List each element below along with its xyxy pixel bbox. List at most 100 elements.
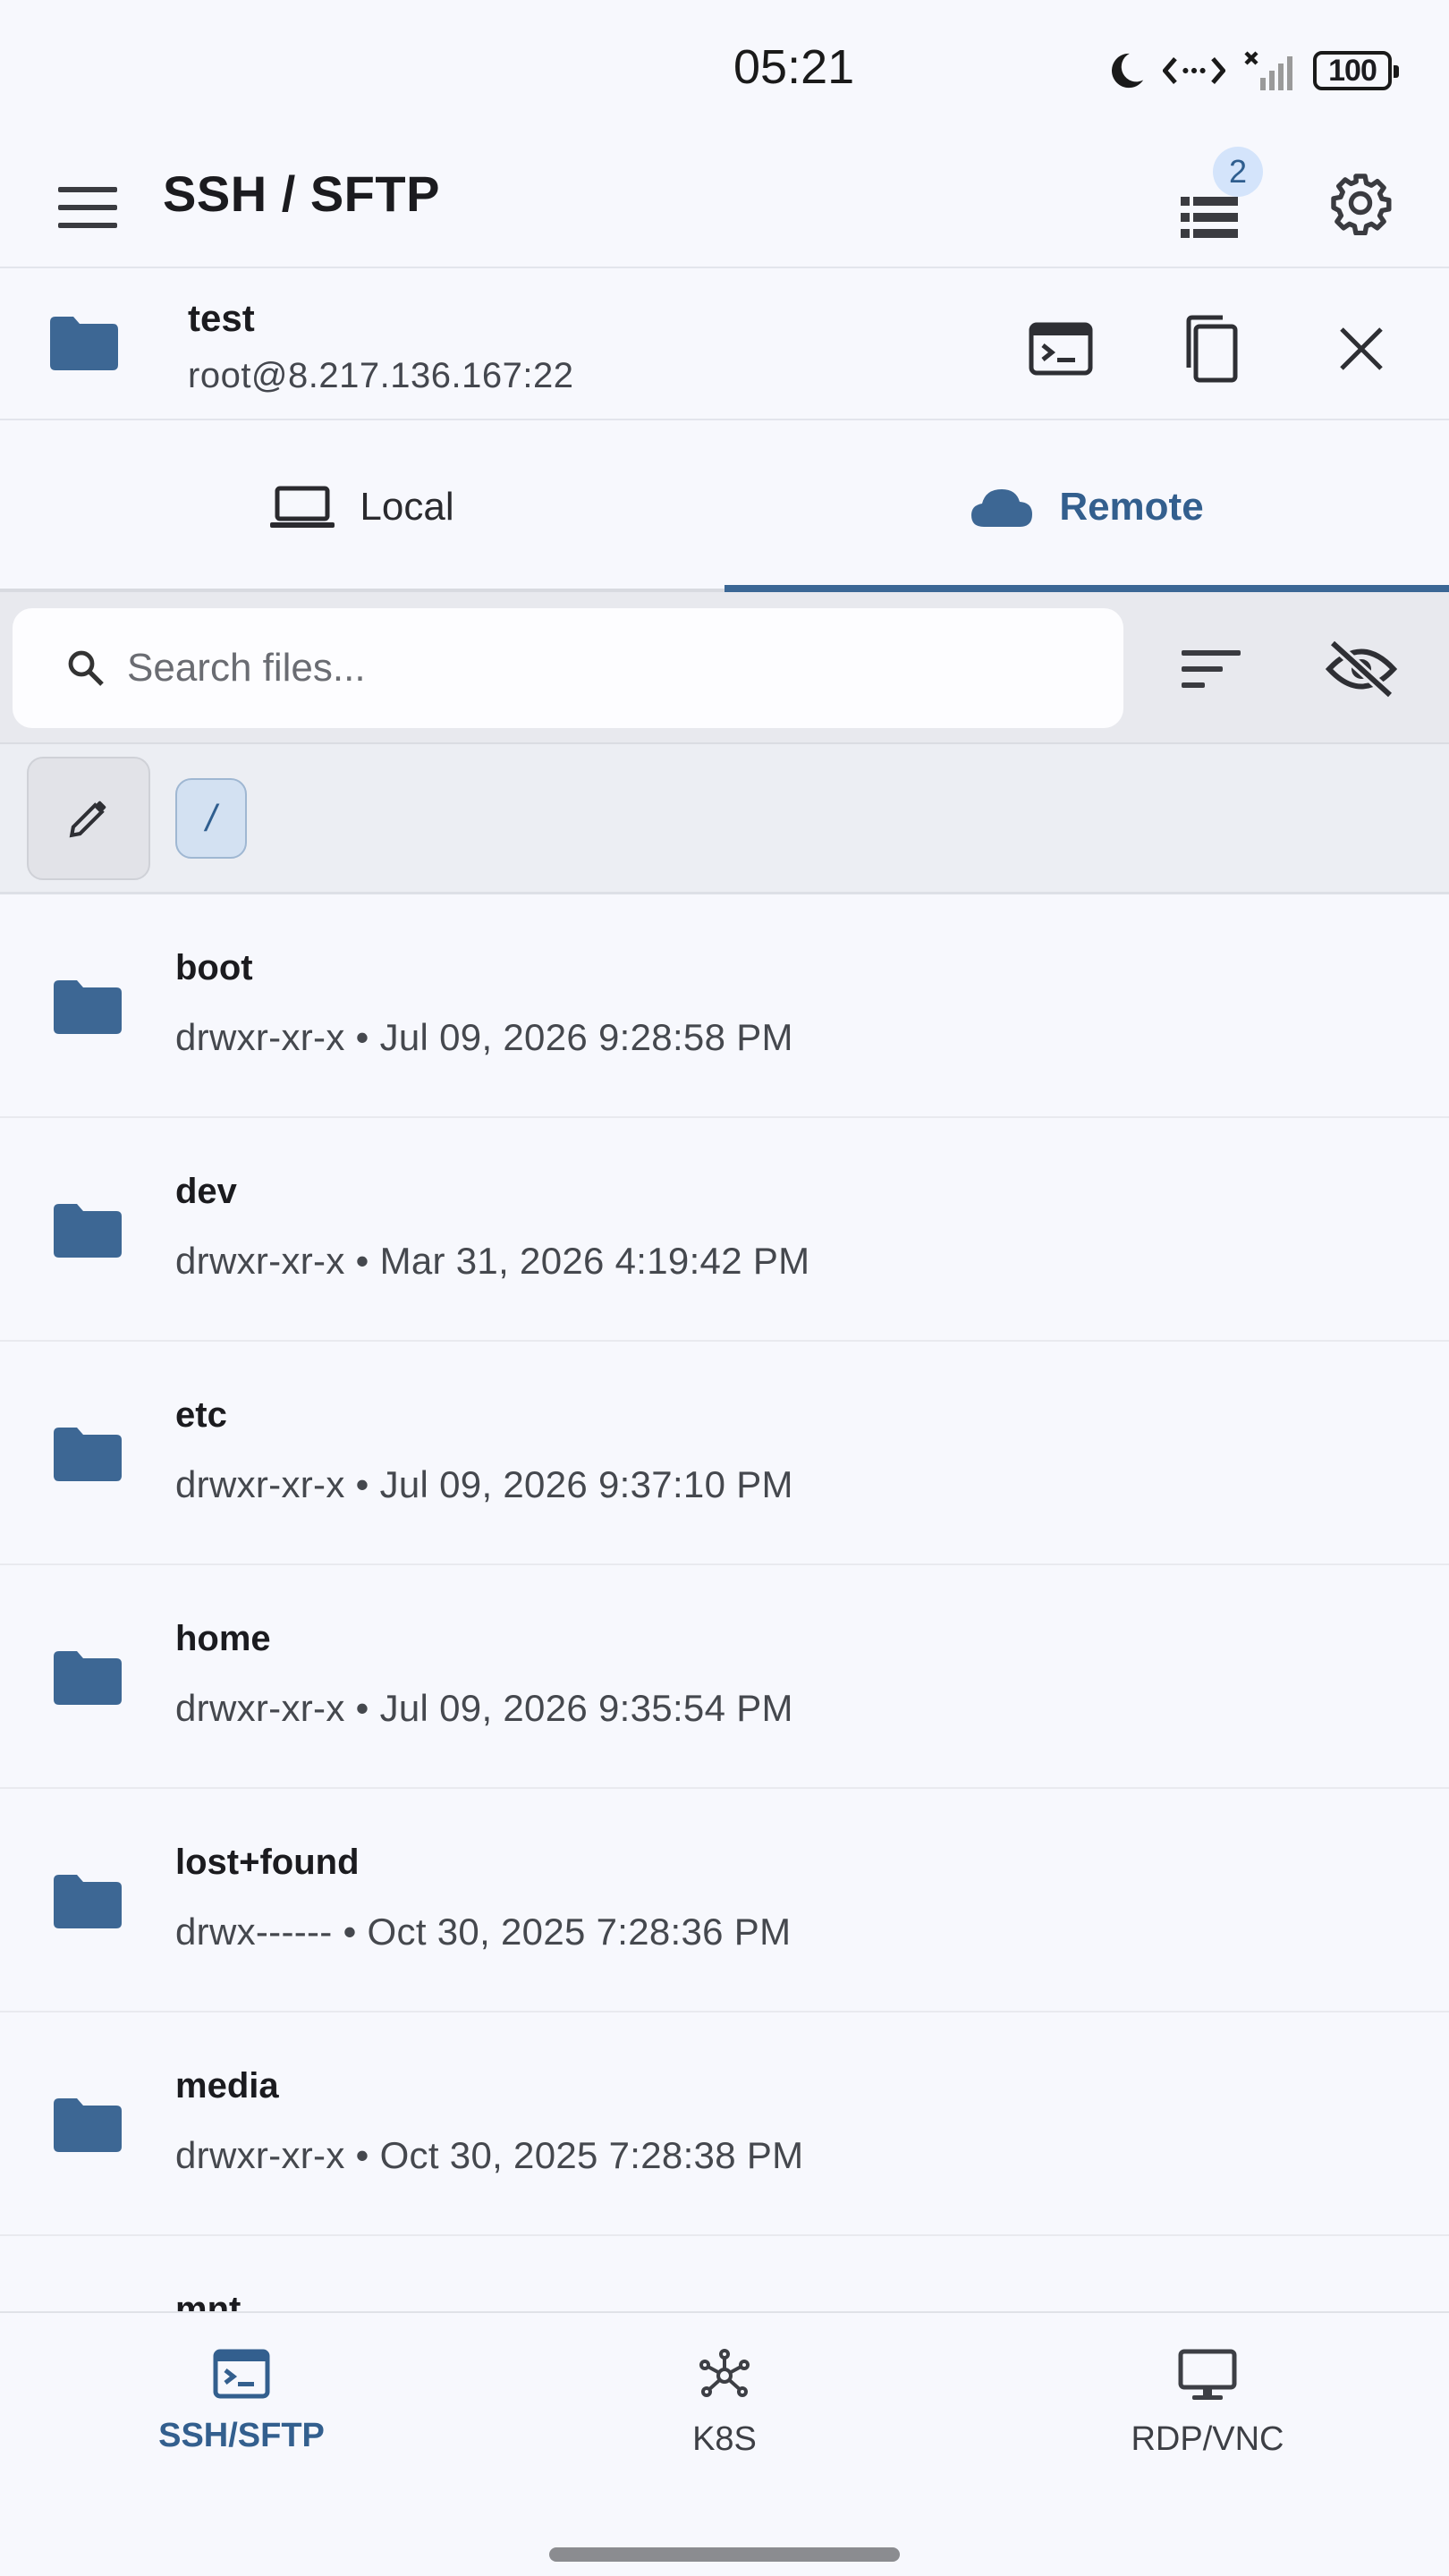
edit-path-button[interactable] [27, 757, 150, 880]
status-icons: 100 [1106, 47, 1399, 95]
file-meta: drwxr-xr-x • Jul 09, 2026 9:35:54 PM [175, 1687, 793, 1730]
file-meta: drwx------ • Oct 30, 2025 7:28:36 PM [175, 1911, 791, 1953]
file-name: lost+found [175, 1843, 360, 1882]
file-meta: drwxr-xr-x • Mar 31, 2026 4:19:42 PM [175, 1240, 809, 1283]
file-date: Oct 30, 2025 7:28:36 PM [367, 1911, 792, 1953]
close-session-button[interactable] [1318, 306, 1404, 392]
file-permissions: drwx------ [175, 1911, 333, 1953]
search-input[interactable] [127, 646, 1066, 691]
folder-icon [54, 1204, 122, 1258]
copy-icon [1186, 315, 1238, 383]
nav-item-k8s[interactable]: K8S [590, 2349, 859, 2492]
open-terminal-button[interactable] [1018, 306, 1104, 392]
status-bar: 05:21 100 [0, 0, 1449, 134]
file-meta: drwxr-xr-x • Jul 09, 2026 9:37:10 PM [175, 1463, 793, 1506]
file-date: Oct 30, 2025 7:28:38 PM [379, 2134, 804, 2176]
folder-icon [54, 2098, 122, 2152]
monitor-icon [1178, 2349, 1237, 2400]
meta-separator: • [344, 1240, 380, 1282]
active-tab-indicator [724, 585, 1449, 592]
folder-icon [54, 980, 122, 1034]
file-meta: drwxr-xr-x • Oct 30, 2025 7:28:38 PM [175, 2134, 803, 2177]
page-title: SSH / SFTP [163, 165, 440, 222]
battery-level: 100 [1328, 53, 1377, 88]
sort-button[interactable] [1168, 626, 1254, 712]
kubernetes-icon [699, 2349, 750, 2397]
file-row[interactable]: lost+found drwx------ • Oct 30, 2025 7:28… [0, 1789, 1449, 2012]
settings-button[interactable] [1320, 163, 1401, 243]
toggle-hidden-files-button[interactable] [1318, 626, 1404, 712]
folder-icon [50, 317, 118, 370]
file-list: boot drwxr-xr-x • Jul 09, 2026 9:28:58 PM… [0, 894, 1449, 2311]
folder-icon [54, 1875, 122, 1928]
laptop-icon [270, 486, 335, 528]
file-row[interactable]: mnt [0, 2236, 1449, 2311]
meta-separator: • [344, 1687, 380, 1729]
file-row[interactable]: media drwxr-xr-x • Oct 30, 2025 7:28:38 P… [0, 2012, 1449, 2236]
meta-separator: • [344, 1016, 380, 1058]
tasks-badge: 2 [1213, 147, 1263, 197]
session-name: test [188, 297, 255, 339]
session-row[interactable]: test root@8.217.136.167:22 [0, 270, 1449, 420]
search-bar [0, 592, 1449, 744]
meta-separator: • [344, 2134, 380, 2176]
battery-icon: 100 [1313, 51, 1399, 90]
path-bar: / [0, 744, 1449, 894]
file-row[interactable]: home drwxr-xr-x • Jul 09, 2026 9:35:54 PM [0, 1565, 1449, 1789]
tab-remote-label: Remote [1059, 485, 1204, 529]
tab-remote[interactable]: Remote [724, 422, 1449, 592]
menu-icon [58, 187, 117, 228]
duplicate-session-button[interactable] [1166, 306, 1252, 392]
folder-icon [54, 1651, 122, 1705]
nav-label-k8s: K8S [692, 2420, 757, 2458]
file-name: boot [175, 948, 253, 987]
tab-local-label: Local [360, 485, 454, 529]
meta-separator: • [344, 1463, 380, 1505]
terminal-icon [213, 2349, 270, 2399]
folder-icon [54, 1428, 122, 1481]
menu-button[interactable] [48, 168, 127, 247]
signal-icon [1244, 51, 1292, 90]
file-meta: drwxr-xr-x • Jul 09, 2026 9:28:58 PM [175, 1016, 793, 1059]
file-permissions: drwxr-xr-x [175, 1463, 345, 1505]
nav-item-rdp-vnc[interactable]: RDP/VNC [1073, 2349, 1342, 2492]
gear-icon [1331, 174, 1392, 235]
search-box[interactable] [13, 608, 1123, 728]
close-icon [1340, 327, 1383, 370]
file-date: Jul 09, 2026 9:35:54 PM [379, 1687, 793, 1729]
file-name: etc [175, 1395, 227, 1435]
tab-bar: Local Remote [0, 422, 1449, 592]
file-date: Jul 09, 2026 9:28:58 PM [379, 1016, 793, 1058]
status-time: 05:21 [733, 40, 855, 94]
file-date: Mar 31, 2026 4:19:42 PM [379, 1240, 810, 1282]
file-date: Jul 09, 2026 9:37:10 PM [379, 1463, 793, 1505]
file-row[interactable]: dev drwxr-xr-x • Mar 31, 2026 4:19:42 PM [0, 1118, 1449, 1342]
file-row[interactable]: etc drwxr-xr-x • Jul 09, 2026 9:37:10 PM [0, 1342, 1449, 1565]
sort-icon [1182, 650, 1241, 688]
home-indicator [549, 2547, 900, 2562]
terminal-icon [1029, 322, 1093, 376]
data-transfer-icon [1163, 56, 1225, 85]
search-icon [68, 650, 104, 686]
nav-label-rdp-vnc: RDP/VNC [1131, 2420, 1284, 2458]
file-row[interactable]: boot drwxr-xr-x • Jul 09, 2026 9:28:58 PM [0, 894, 1449, 1118]
moon-icon [1112, 53, 1144, 89]
pencil-icon [69, 801, 106, 838]
file-permissions: drwxr-xr-x [175, 1016, 345, 1058]
file-permissions: drwxr-xr-x [175, 2134, 345, 2176]
cloud-icon [971, 489, 1033, 527]
session-host: root@8.217.136.167:22 [188, 356, 574, 395]
tasks-icon [1181, 197, 1238, 238]
file-name: dev [175, 1172, 237, 1211]
file-name: media [175, 2066, 279, 2106]
eye-off-icon [1326, 640, 1397, 699]
tab-local[interactable]: Local [0, 422, 724, 592]
meta-separator: • [332, 1911, 368, 1953]
file-name: mnt [175, 2290, 242, 2311]
nav-label-ssh-sftp: SSH/SFTP [158, 2417, 325, 2454]
file-permissions: drwxr-xr-x [175, 1240, 345, 1282]
path-segment-root[interactable]: / [175, 778, 247, 859]
file-name: home [175, 1619, 271, 1658]
file-permissions: drwxr-xr-x [175, 1687, 345, 1729]
nav-item-ssh-sftp[interactable]: SSH/SFTP [107, 2349, 376, 2492]
